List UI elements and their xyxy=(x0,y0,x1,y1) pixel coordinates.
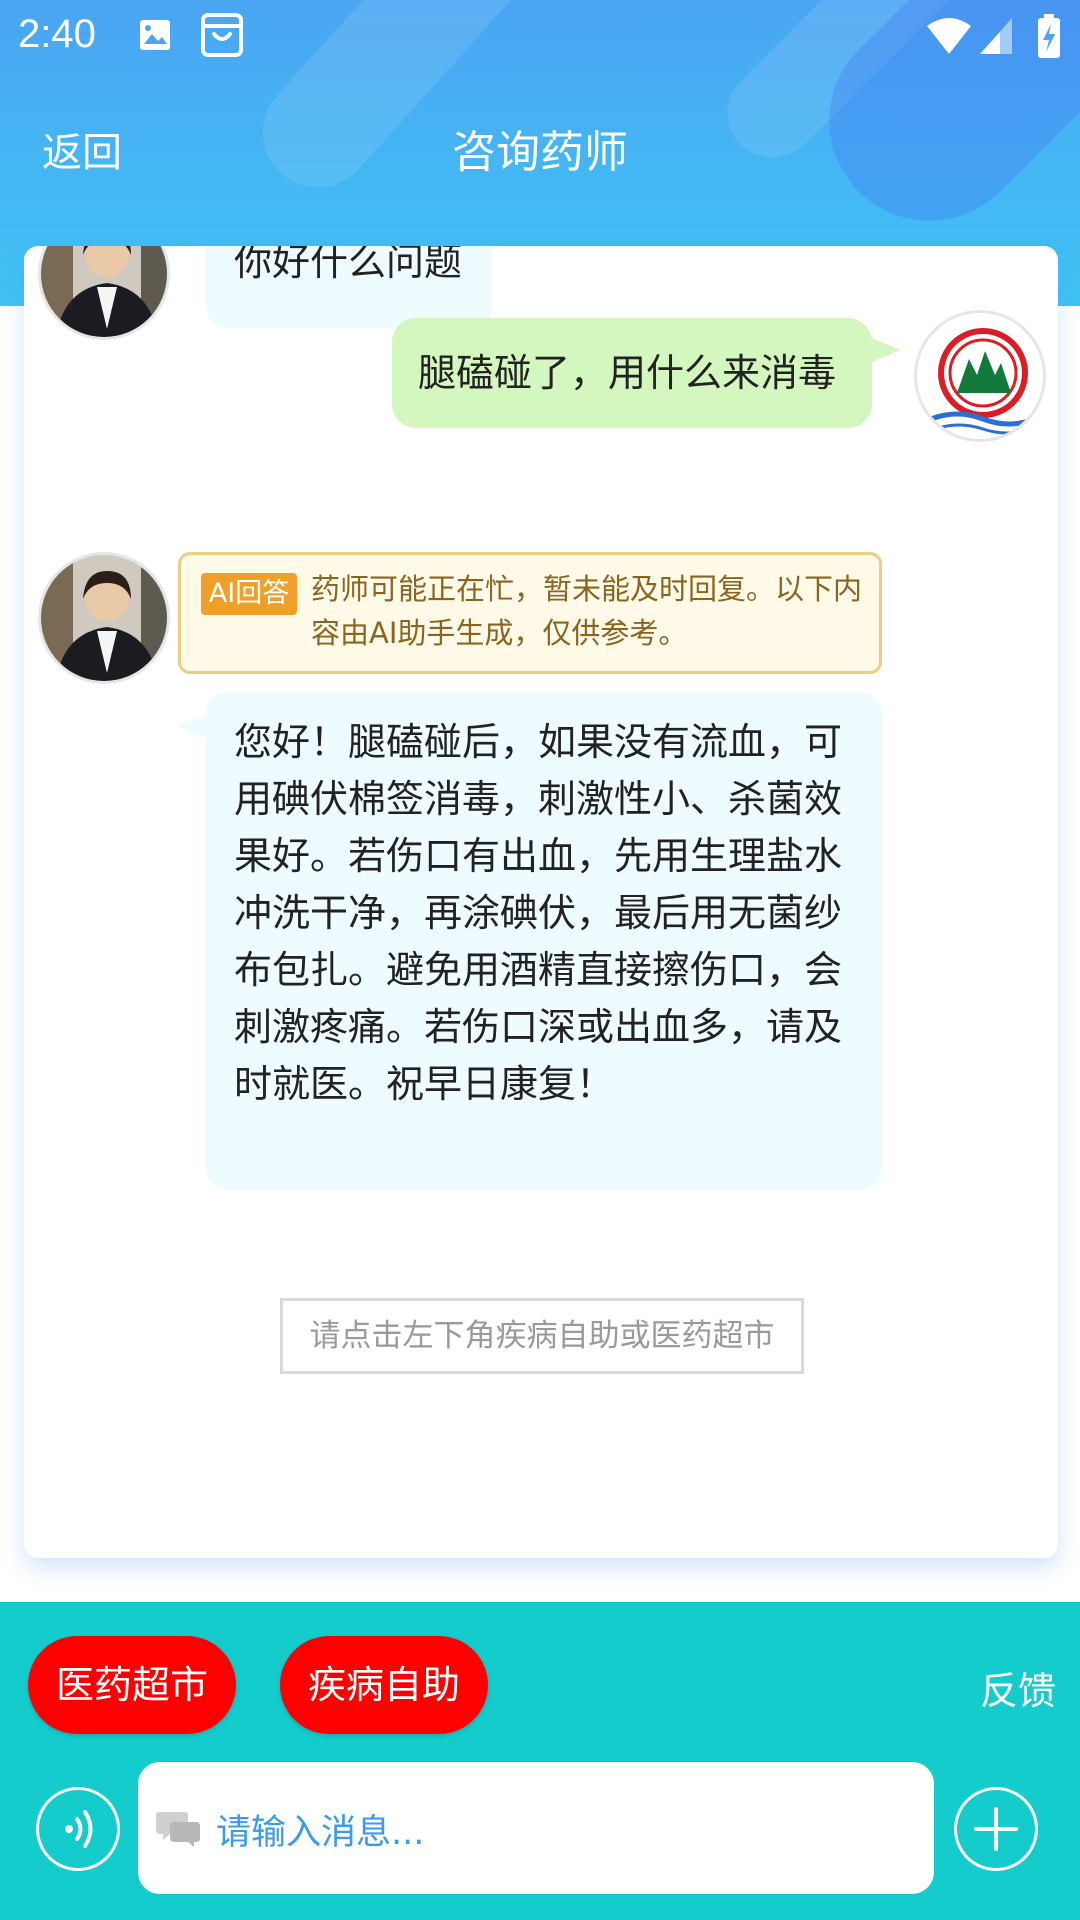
bubble-tail xyxy=(146,246,174,250)
shopping-bag-icon xyxy=(200,12,244,62)
status-bar: 2:40 xyxy=(0,0,1080,74)
wifi-icon xyxy=(926,16,972,60)
battery-charging-icon xyxy=(1036,14,1062,64)
pharmacist-avatar[interactable] xyxy=(38,552,170,684)
bottom-toolbar: 医药超市 疾病自助 反馈 请输入消息... xyxy=(0,1602,1080,1920)
ai-answer-notice: AI回答 药师可能正在忙，暂未能及时回复。以下内容由AI助手生成，仅供参考。 xyxy=(178,552,882,674)
feedback-button[interactable]: 反馈 xyxy=(980,1660,1056,1715)
status-time: 2:40 xyxy=(18,12,96,56)
chat-panel[interactable]: 你好什么问题 腿磕碰了，用什么来消毒 AI回答 药师可能正在忙，暂未能及时回复。… xyxy=(24,246,1058,1558)
chat-bubbles-icon xyxy=(156,1808,202,1852)
ai-answer-badge: AI回答 xyxy=(201,573,297,615)
image-icon xyxy=(138,18,172,56)
pharmacist-message: 你好什么问题 xyxy=(206,246,492,328)
bubble-tail xyxy=(872,338,900,362)
pharmacist-ai-message: 您好！腿磕碰后，如果没有流血，可用碘伏棉签消毒，刺激性小、杀菌效果好。若伤口有出… xyxy=(206,692,882,1190)
message-input-placeholder: 请输入消息... xyxy=(216,1813,425,1853)
voice-icon[interactable] xyxy=(36,1787,120,1871)
hint-message: 请点击左下角疾病自助或医药超市 xyxy=(280,1298,804,1374)
ai-notice-text: 药师可能正在忙，暂未能及时回复。以下内容由AI助手生成，仅供参考。 xyxy=(311,572,863,650)
cellular-signal-icon xyxy=(978,16,1014,60)
pharmacy-market-button[interactable]: 医药超市 xyxy=(28,1636,236,1734)
bubble-tail xyxy=(178,714,206,738)
plus-icon[interactable] xyxy=(954,1787,1038,1871)
page-title: 咨询药师 xyxy=(452,127,628,178)
disease-self-help-button[interactable]: 疾病自助 xyxy=(280,1636,488,1734)
user-avatar[interactable] xyxy=(914,310,1046,442)
message-input[interactable]: 请输入消息... xyxy=(138,1762,934,1894)
pharmacist-avatar[interactable] xyxy=(38,246,170,340)
user-message: 腿磕碰了，用什么来消毒 xyxy=(392,318,872,428)
